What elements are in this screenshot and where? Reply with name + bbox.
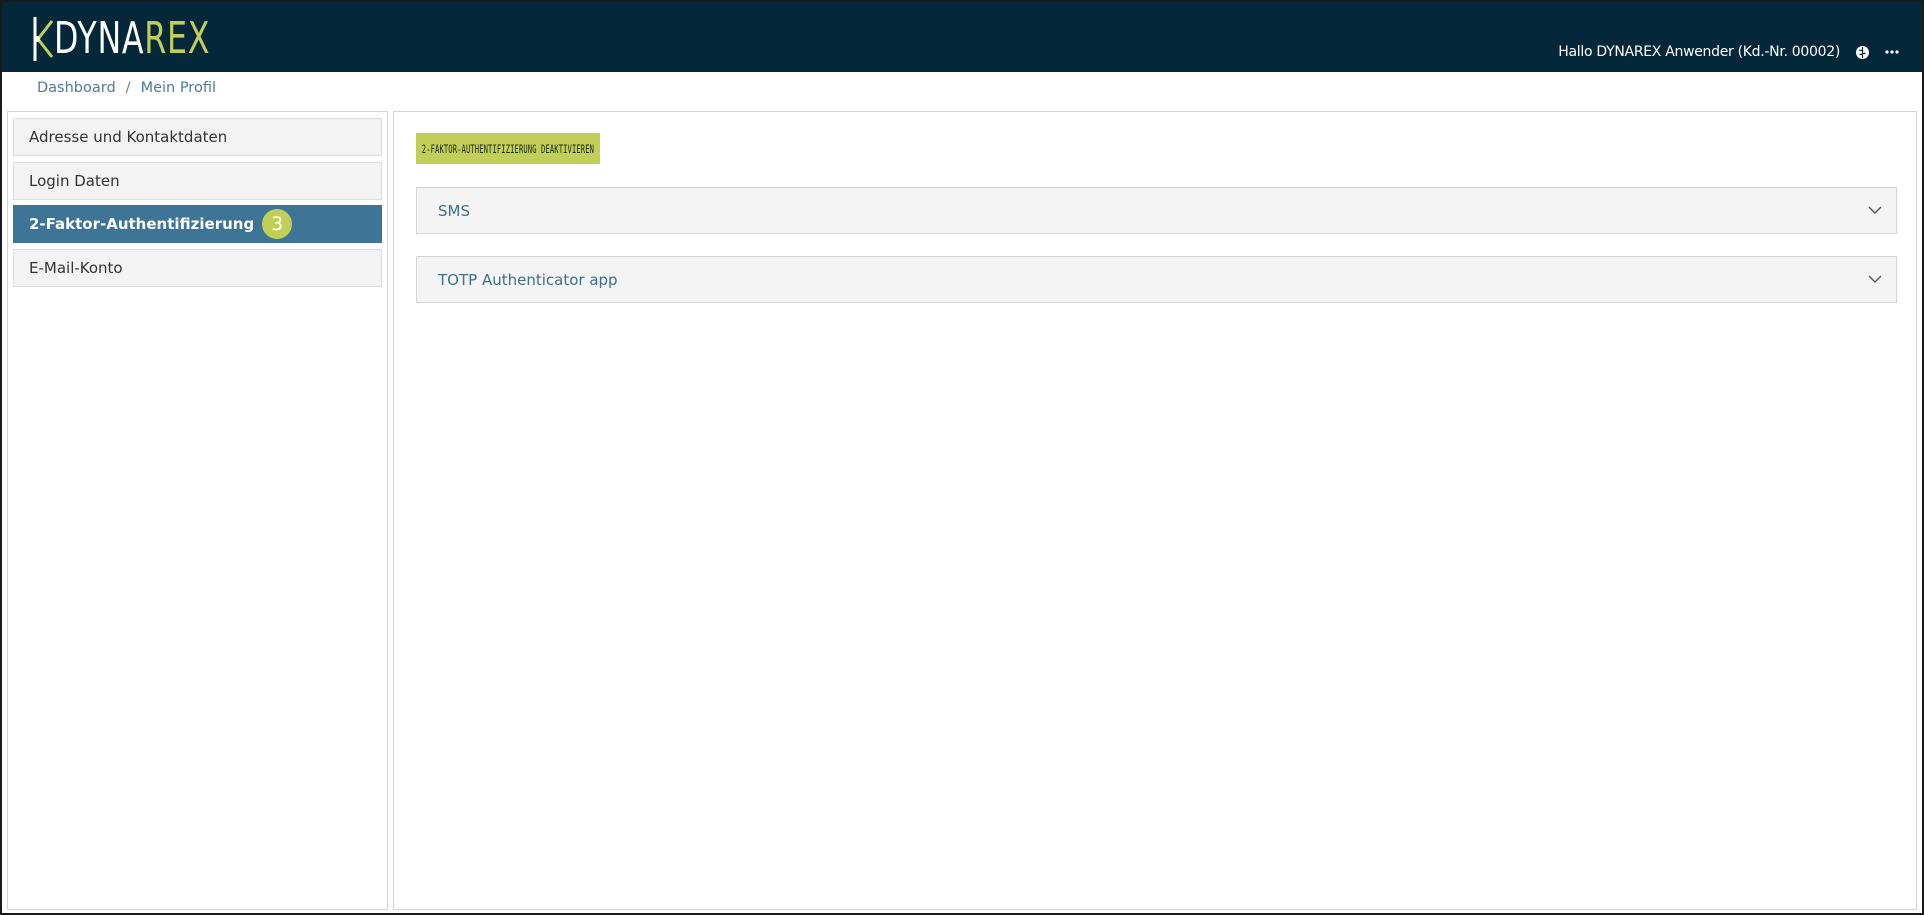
- logo-wordmark: DYNAREX: [54, 12, 210, 66]
- sidebar-item-login-daten[interactable]: Login Daten: [13, 162, 382, 200]
- brain-icon[interactable]: [1854, 44, 1870, 60]
- breadcrumb-dashboard[interactable]: Dashboard: [37, 80, 116, 96]
- deactivate-2fa-label: 2-FAKTOR-AUTHENTIFIZIERUNG DEAKTIVIEREN: [421, 141, 595, 156]
- main-content: 2-FAKTOR-AUTHENTIFIZIERUNG DEAKTIVIEREN …: [393, 111, 1917, 910]
- sidebar-item-adresse[interactable]: Adresse und Kontaktdaten: [13, 118, 382, 156]
- breadcrumb: Dashboard / Mein Profil: [37, 80, 216, 96]
- profile-sidebar: Adresse und Kontaktdaten Login Daten 2-F…: [7, 111, 388, 910]
- top-header: DYNAREX Hallo DYNAREX Anwender (Kd.-Nr. …: [2, 2, 1922, 72]
- step-badge: 3: [262, 209, 293, 239]
- more-icon[interactable]: [1884, 44, 1900, 60]
- chevron-down-icon: [1868, 275, 1882, 283]
- sidebar-item-2fa[interactable]: 2-Faktor-Authentifizierung 3: [13, 205, 382, 243]
- breadcrumb-mein-profil[interactable]: Mein Profil: [141, 80, 216, 96]
- sidebar-item-label: Adresse und Kontaktdaten: [29, 128, 228, 146]
- accordion-totp[interactable]: TOTP Authenticator app: [416, 256, 1897, 303]
- accordion-title: TOTP Authenticator app: [438, 270, 618, 289]
- user-area: Hallo DYNAREX Anwender (Kd.-Nr. 00002): [1558, 44, 1900, 60]
- user-greeting: Hallo DYNAREX Anwender (Kd.-Nr. 00002): [1558, 44, 1840, 60]
- accordion-title: SMS: [438, 201, 470, 220]
- sidebar-item-email-konto[interactable]: E-Mail-Konto: [13, 249, 382, 287]
- breadcrumb-separator: /: [125, 80, 131, 96]
- dynarex-logo[interactable]: DYNAREX: [32, 12, 271, 66]
- accordion-sms[interactable]: SMS: [416, 187, 1897, 234]
- sidebar-item-label: E-Mail-Konto: [29, 259, 123, 277]
- logo-part-rex: REX: [144, 13, 211, 64]
- sidebar-item-label: Login Daten: [29, 172, 120, 190]
- logo-part-dyna: DYNA: [54, 13, 145, 64]
- chevron-down-icon: [1868, 206, 1882, 214]
- sidebar-item-label: 2-Faktor-Authentifizierung: [29, 215, 255, 233]
- logo-mark-icon: [33, 17, 54, 61]
- deactivate-2fa-button[interactable]: 2-FAKTOR-AUTHENTIFIZIERUNG DEAKTIVIEREN: [416, 133, 600, 164]
